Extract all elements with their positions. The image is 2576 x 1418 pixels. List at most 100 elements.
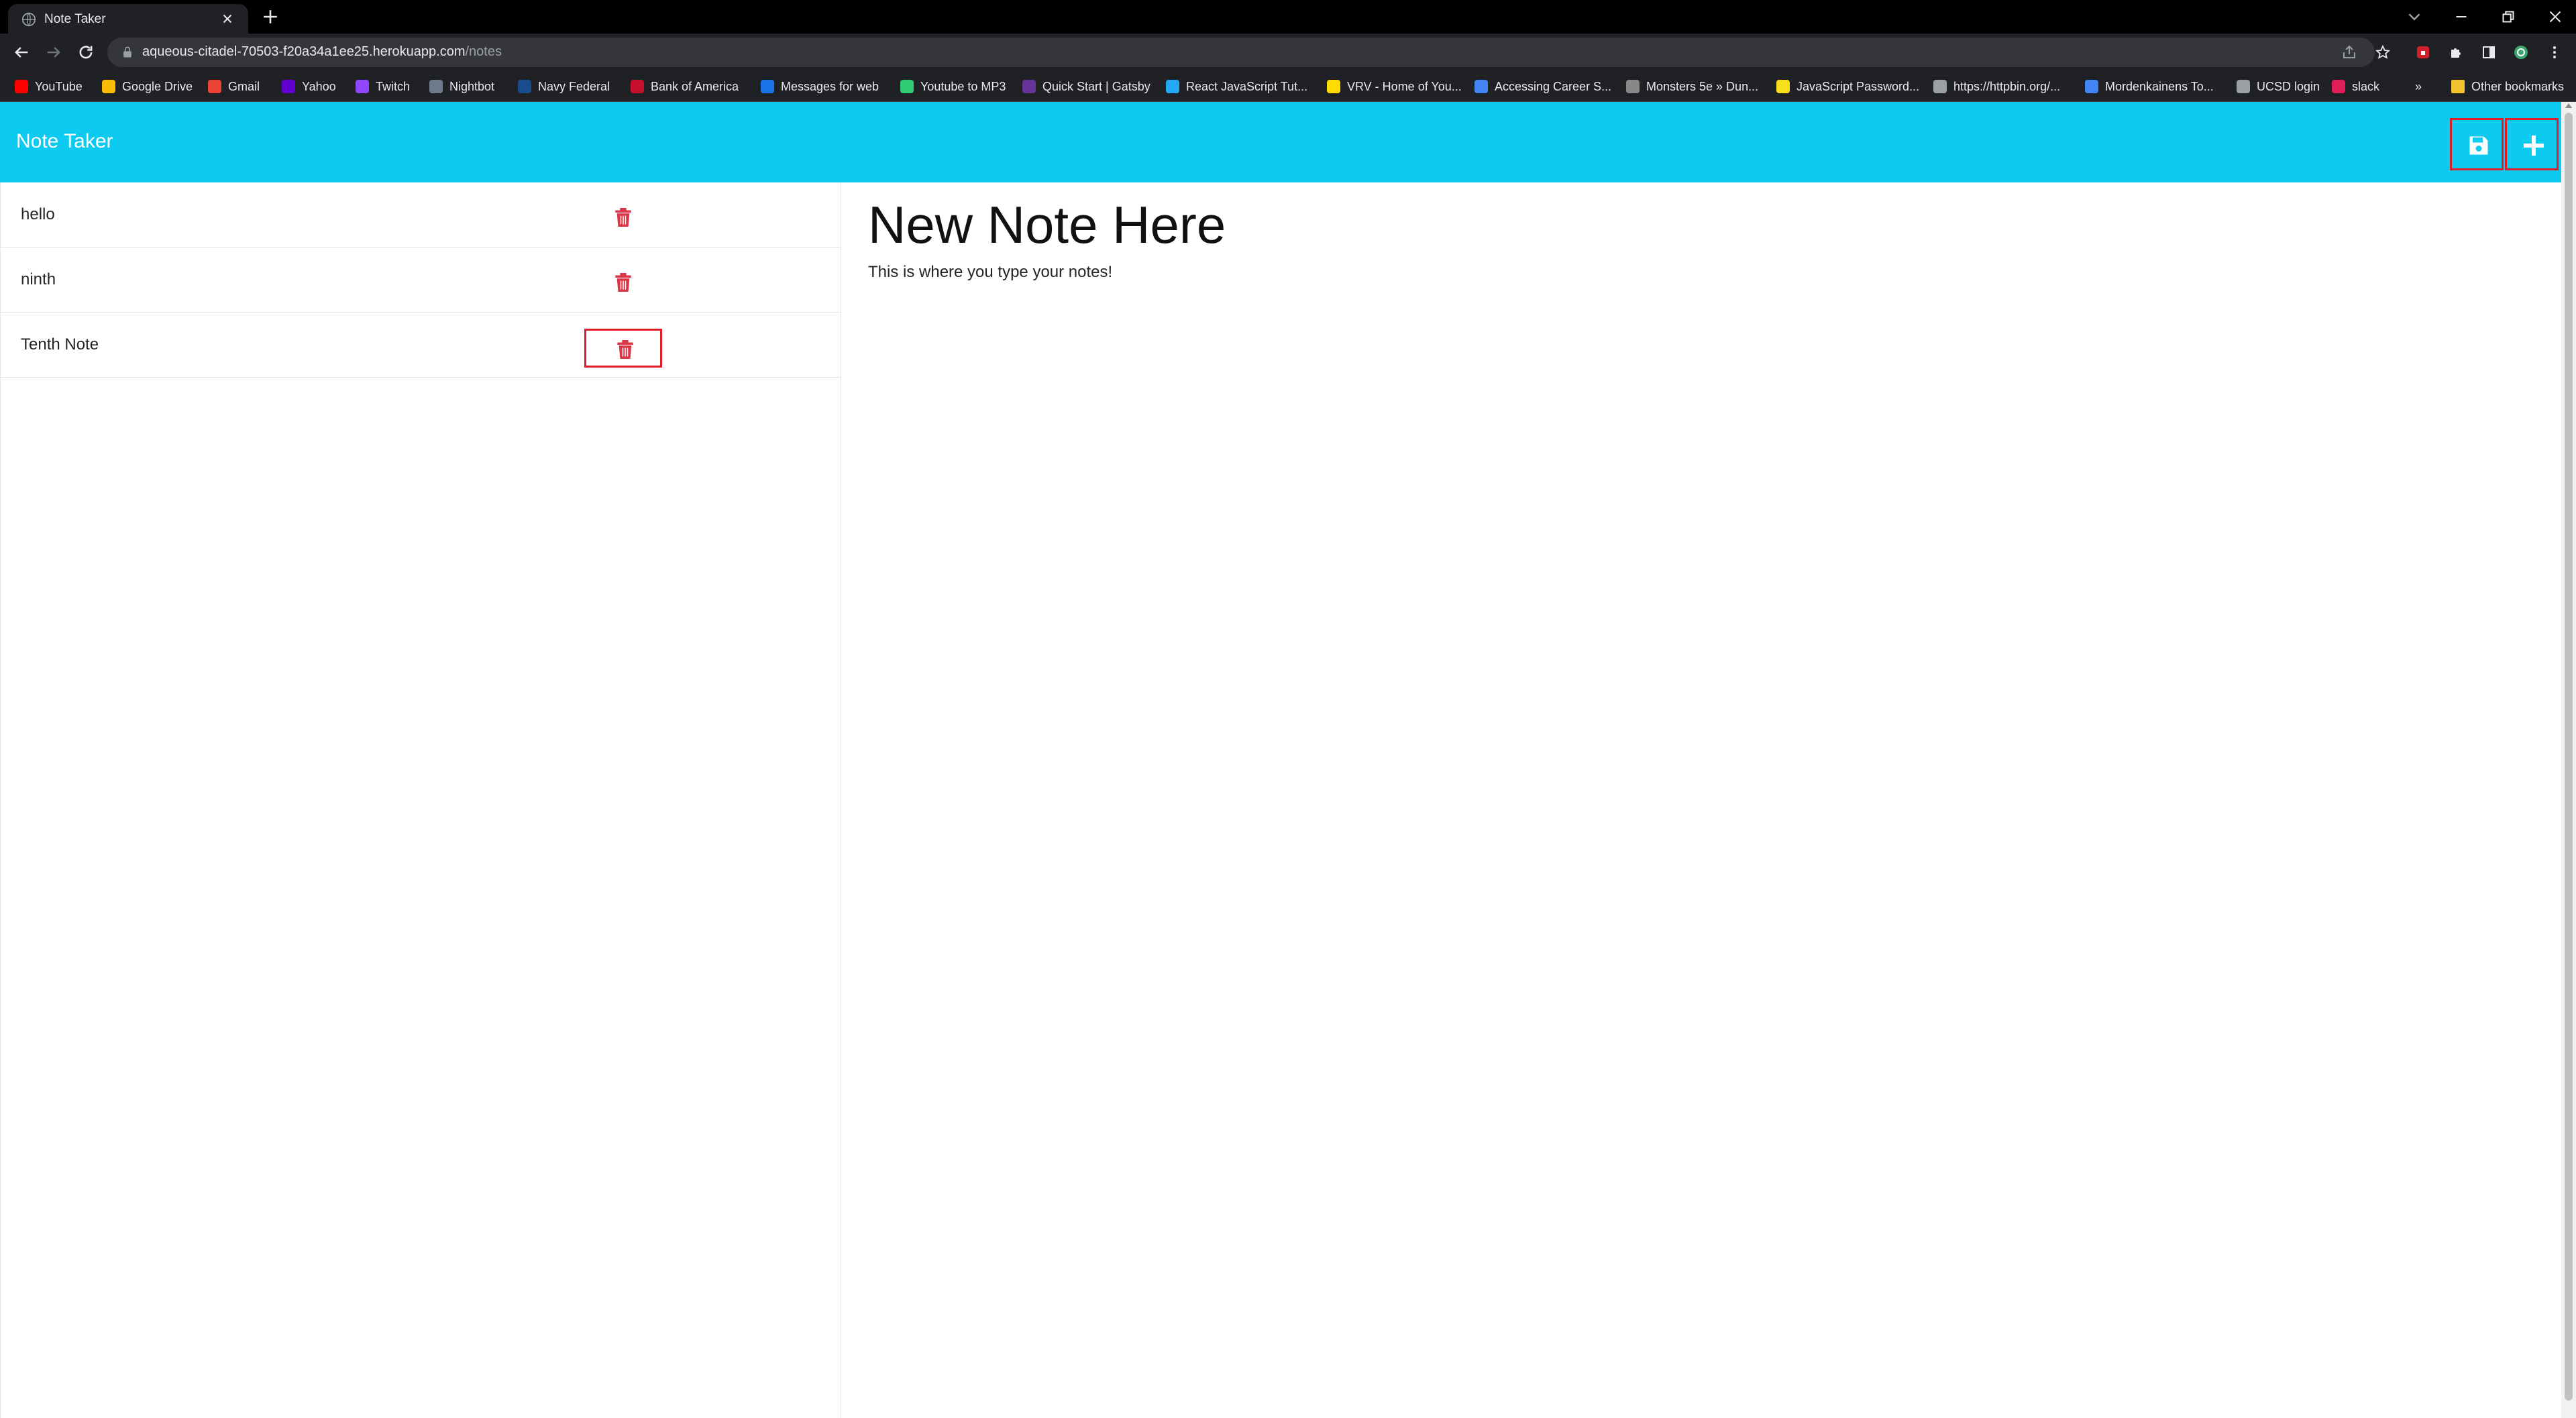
messages-icon — [761, 80, 774, 93]
other-bookmarks-label: Other bookmarks — [2471, 79, 2565, 93]
extension-shield-icon[interactable] — [2415, 44, 2431, 60]
trash-icon — [615, 273, 631, 292]
bookmark-item[interactable]: Yahoo — [282, 78, 336, 95]
bookmark-item[interactable]: Google Drive — [102, 78, 193, 95]
vscode-icon — [1166, 80, 1179, 93]
page-scrollbar[interactable] — [2561, 102, 2576, 1418]
minimize-icon[interactable] — [2451, 7, 2471, 27]
bookmark-item[interactable]: Quick Start | Gatsby — [1022, 78, 1150, 95]
note-title[interactable]: Tenth Note — [21, 335, 99, 354]
bookmark-label: https://httpbin.org/... — [1953, 79, 2061, 93]
bookmark-label: Nightbot — [449, 79, 495, 93]
bank-of-america-icon — [631, 80, 644, 93]
save-icon — [2469, 136, 2488, 155]
note-taker-app: Note Taker hello ninth Tenth Note New No… — [0, 102, 2576, 1418]
list-item[interactable]: ninth — [1, 248, 841, 313]
bookmark-item[interactable]: slack — [2332, 78, 2379, 95]
overflow-chevron-icon: » — [2415, 79, 2422, 93]
note-title[interactable]: ninth — [21, 270, 56, 289]
bookmark-item[interactable]: VRV - Home of You... — [1327, 78, 1462, 95]
bookmark-item[interactable]: https://httpbin.org/... — [1933, 78, 2060, 95]
navy-federal-icon — [518, 80, 531, 93]
chevron-down-icon[interactable] — [2404, 7, 2424, 27]
bookmark-item[interactable]: UCSD login — [2237, 78, 2320, 95]
bookmark-item[interactable]: Youtube to MP3 — [900, 78, 1006, 95]
bookmark-item[interactable]: Navy Federal — [518, 78, 610, 95]
slack-icon — [2332, 80, 2345, 93]
list-item[interactable]: Tenth Note — [1, 313, 841, 378]
close-window-icon[interactable] — [2545, 7, 2565, 27]
note-title[interactable]: hello — [21, 205, 55, 224]
bookmark-item[interactable]: Bank of America — [631, 78, 739, 95]
globe-icon — [1933, 80, 1947, 93]
bookmark-item[interactable]: Twitch — [356, 78, 410, 95]
address-bar[interactable]: aqueous-citadel-70503-f20a34a1ee25.herok… — [107, 38, 2375, 67]
save-note-button[interactable] — [2450, 118, 2504, 170]
trash-icon — [615, 208, 631, 227]
bookmark-item[interactable]: Mordenkainens To... — [2085, 78, 2214, 95]
plus-icon — [2524, 135, 2544, 156]
bookmark-label: Google Drive — [122, 79, 193, 93]
lock-icon[interactable] — [121, 46, 134, 59]
bookmark-label: Gmail — [228, 79, 260, 93]
note-body-textarea[interactable]: This is where you type your notes! — [868, 263, 1112, 282]
browser-tab-strip: Note Taker — [0, 0, 2576, 34]
forward-icon[interactable] — [44, 43, 63, 62]
bookmark-item[interactable]: Accessing Career S... — [1474, 78, 1611, 95]
bookmark-label: Accessing Career S... — [1495, 79, 1612, 93]
trash-icon — [617, 340, 633, 359]
google-drive-icon — [102, 80, 115, 93]
bookmark-item[interactable]: JavaScript Password... — [1776, 78, 1919, 95]
vrv-icon — [1327, 80, 1340, 93]
reload-icon[interactable] — [76, 43, 95, 62]
bookmark-item[interactable]: React JavaScript Tut... — [1166, 78, 1307, 95]
delete-note-button[interactable] — [584, 264, 662, 303]
bookmark-label: Bank of America — [651, 79, 739, 93]
puzzle-icon[interactable] — [2449, 44, 2465, 60]
list-item[interactable]: hello — [1, 182, 841, 248]
scroll-up-arrow[interactable] — [2565, 103, 2572, 108]
bookmark-label: Monsters 5e » Dun... — [1646, 79, 1759, 93]
side-panel-icon[interactable] — [2481, 44, 2497, 60]
bookmark-item[interactable]: YouTube — [15, 78, 83, 95]
bookmark-label: Quick Start | Gatsby — [1042, 79, 1150, 93]
note-editor: New Note Here This is where you type you… — [841, 182, 2561, 1418]
new-tab-icon[interactable] — [262, 8, 279, 25]
brand-title[interactable]: Note Taker — [16, 130, 113, 153]
note-list: hello ninth Tenth Note — [0, 182, 841, 1418]
scrollbar-thumb[interactable] — [2565, 113, 2573, 1401]
nightbot-icon — [429, 80, 443, 93]
bookmark-item[interactable]: Messages for web — [761, 78, 879, 95]
gmail-icon — [208, 80, 221, 93]
back-icon[interactable] — [12, 43, 31, 62]
bookmark-item[interactable]: Monsters 5e » Dun... — [1626, 78, 1758, 95]
new-note-button[interactable] — [2505, 118, 2559, 170]
other-bookmarks-folder[interactable]: Other bookmarks — [2451, 78, 2564, 95]
kebab-menu-icon[interactable] — [2546, 44, 2563, 60]
gatsby-icon — [1022, 80, 1036, 93]
globe-icon — [21, 12, 36, 27]
folder-icon — [2451, 80, 2465, 93]
bookmark-label: Yahoo — [302, 79, 336, 93]
delete-note-button[interactable] — [584, 329, 662, 368]
bookmark-item[interactable]: Nightbot — [429, 78, 494, 95]
delete-note-button[interactable] — [584, 199, 662, 237]
search-icon — [2085, 80, 2098, 93]
bookmark-label: UCSD login — [2257, 79, 2320, 93]
restore-icon[interactable] — [2498, 7, 2518, 27]
url-text: aqueous-citadel-70503-f20a34a1ee25.herok… — [142, 44, 502, 60]
share-icon[interactable] — [2341, 44, 2357, 60]
bookmark-label: React JavaScript Tut... — [1186, 79, 1308, 93]
bookmarks-overflow-button[interactable]: » — [2415, 78, 2422, 95]
navbar: Note Taker — [0, 102, 2561, 182]
browser-tab[interactable]: Note Taker — [8, 4, 248, 34]
bookmark-item[interactable]: Gmail — [208, 78, 260, 95]
bookmark-label: Twitch — [376, 79, 411, 93]
note-title-input[interactable]: New Note Here — [868, 195, 1226, 256]
bookmark-label: VRV - Home of You... — [1347, 79, 1462, 93]
star-icon[interactable] — [2375, 44, 2391, 60]
monster-icon — [1626, 80, 1640, 93]
close-icon[interactable] — [220, 11, 235, 26]
career-icon — [1474, 80, 1488, 93]
profile-icon[interactable] — [2513, 44, 2529, 60]
